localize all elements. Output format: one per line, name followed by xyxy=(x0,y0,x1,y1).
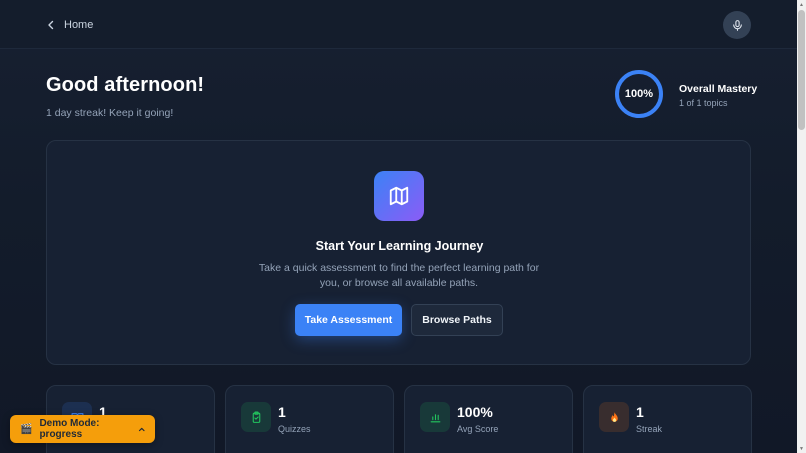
stat-label: Streak xyxy=(636,424,663,434)
top-bar: Home xyxy=(0,0,797,49)
stat-icon-tile xyxy=(241,402,271,432)
demo-mode-label: Demo Mode: progress xyxy=(39,418,100,440)
mastery-title: Overall Mastery xyxy=(679,83,758,95)
home-label: Home xyxy=(64,19,94,31)
chevron-up-icon xyxy=(138,427,145,431)
stat-card-avg-score: 100% Avg Score xyxy=(404,385,573,453)
journey-icon-tile xyxy=(374,171,424,221)
scrollbar-thumb[interactable] xyxy=(798,10,805,130)
dashboard-page: Home Good afternoon! 1 day streak! Keep … xyxy=(0,0,797,453)
stat-label: Quizzes xyxy=(278,424,311,434)
journey-description: Take a quick assessment to find the perf… xyxy=(258,262,540,289)
clipboard-check-icon xyxy=(252,411,260,423)
map-icon xyxy=(389,186,409,206)
microphone-icon xyxy=(732,19,742,31)
greeting-section: Good afternoon! 1 day streak! Keep it go… xyxy=(46,74,204,119)
stat-icon-tile xyxy=(599,402,629,432)
mastery-percent: 100% xyxy=(624,88,654,100)
stat-value: 100% xyxy=(457,404,493,420)
stat-value: 1 xyxy=(278,404,286,420)
browse-paths-button[interactable]: Browse Paths xyxy=(411,304,503,336)
bar-chart-icon xyxy=(430,413,440,422)
greeting-title: Good afternoon! xyxy=(46,74,205,96)
home-back-link[interactable]: Home xyxy=(46,17,93,33)
streak-message: 1 day streak! Keep it going! xyxy=(46,107,174,119)
journey-title: Start Your Learning Journey xyxy=(315,239,484,253)
learning-journey-card: Start Your Learning Journey Take a quick… xyxy=(46,140,751,365)
stat-icon-tile xyxy=(420,402,450,432)
mastery-topics: 1 of 1 topics xyxy=(679,98,728,108)
scroll-down-arrow-icon[interactable]: ▼ xyxy=(797,444,806,453)
overall-mastery: 100% Overall Mastery 1 of 1 topics xyxy=(614,69,758,119)
take-assessment-button[interactable]: Take Assessment xyxy=(295,304,402,336)
stat-card-streak: 1 Streak xyxy=(583,385,752,453)
stat-card-quizzes: 1 Quizzes xyxy=(225,385,394,453)
scroll-up-arrow-icon[interactable]: ▲ xyxy=(797,0,806,9)
chevron-left-icon xyxy=(48,20,54,30)
microphone-button[interactable] xyxy=(723,11,751,39)
demo-mode-toggle[interactable]: 🎬 Demo Mode: progress xyxy=(10,415,155,443)
clapperboard-icon: 🎬 xyxy=(20,423,33,435)
stat-label: Avg Score xyxy=(457,424,499,434)
stat-value: 1 xyxy=(636,404,644,420)
flame-icon xyxy=(610,411,618,422)
page-scrollbar[interactable]: ▲ ▼ xyxy=(797,0,806,453)
